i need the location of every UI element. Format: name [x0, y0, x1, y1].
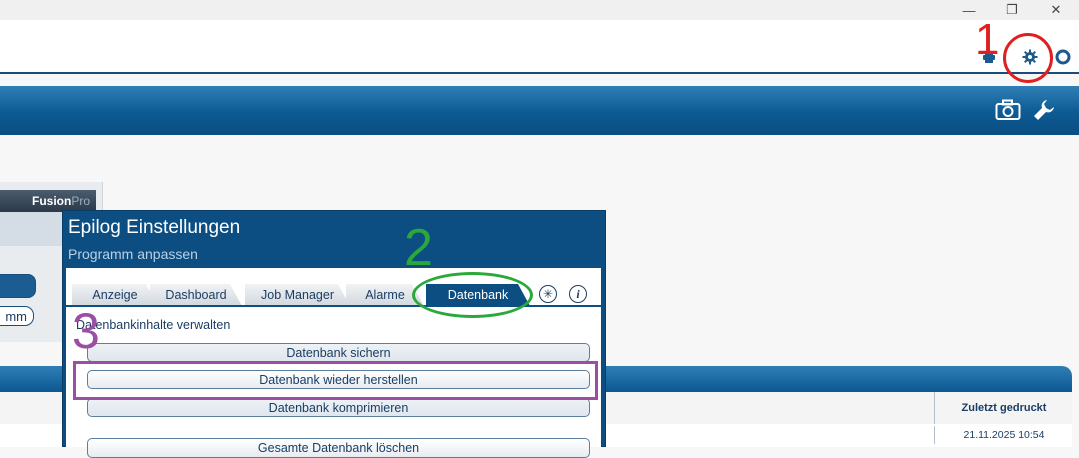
brand-logo: Fusion Pro — [0, 190, 96, 212]
tab-job-manager[interactable]: Job Manager — [245, 284, 350, 306]
background-subpanel — [0, 212, 62, 246]
info-icon[interactable]: i — [569, 285, 587, 303]
camera-icon[interactable] — [993, 96, 1023, 124]
close-button[interactable]: ✕ — [1038, 0, 1074, 20]
toolbar-band — [0, 86, 1079, 135]
annotation-step-1: 1 — [975, 15, 1000, 64]
brand-main: Fusion — [31, 194, 72, 208]
header-divider — [0, 72, 1079, 74]
restore-button[interactable]: ❐ — [994, 0, 1030, 20]
app-header — [0, 20, 1079, 72]
annotation-circle-red — [1003, 33, 1053, 83]
window-titlebar — [0, 0, 1079, 20]
delete-database-button[interactable]: Gesamte Datenbank löschen — [87, 438, 590, 458]
annotation-ellipse-green — [412, 272, 533, 318]
asterisk-icon[interactable]: ✳ — [539, 285, 557, 303]
tab-dashboard[interactable]: Dashboard — [150, 284, 242, 306]
support-icon[interactable] — [1053, 47, 1073, 67]
brand-sub: Pro — [71, 194, 90, 208]
wrench-icon[interactable] — [1029, 96, 1059, 124]
annotation-rect-purple — [73, 361, 598, 400]
dialog-subtitle: Programm anpassen — [68, 246, 198, 262]
compress-database-button[interactable]: Datenbank komprimieren — [87, 398, 590, 417]
background-button-unit[interactable]: mm — [0, 306, 34, 326]
background-button-primary[interactable] — [0, 274, 36, 298]
table-cell-last-printed: 21.11.2025 10:54 — [934, 426, 1073, 444]
column-header-last-printed[interactable]: Zuletzt gedruckt — [934, 392, 1073, 424]
backup-database-button[interactable]: Datenbank sichern — [87, 343, 590, 362]
annotation-step-3: 3 — [72, 303, 100, 359]
annotation-step-2: 2 — [404, 219, 433, 277]
dialog-title: Epilog Einstellungen — [68, 217, 241, 238]
